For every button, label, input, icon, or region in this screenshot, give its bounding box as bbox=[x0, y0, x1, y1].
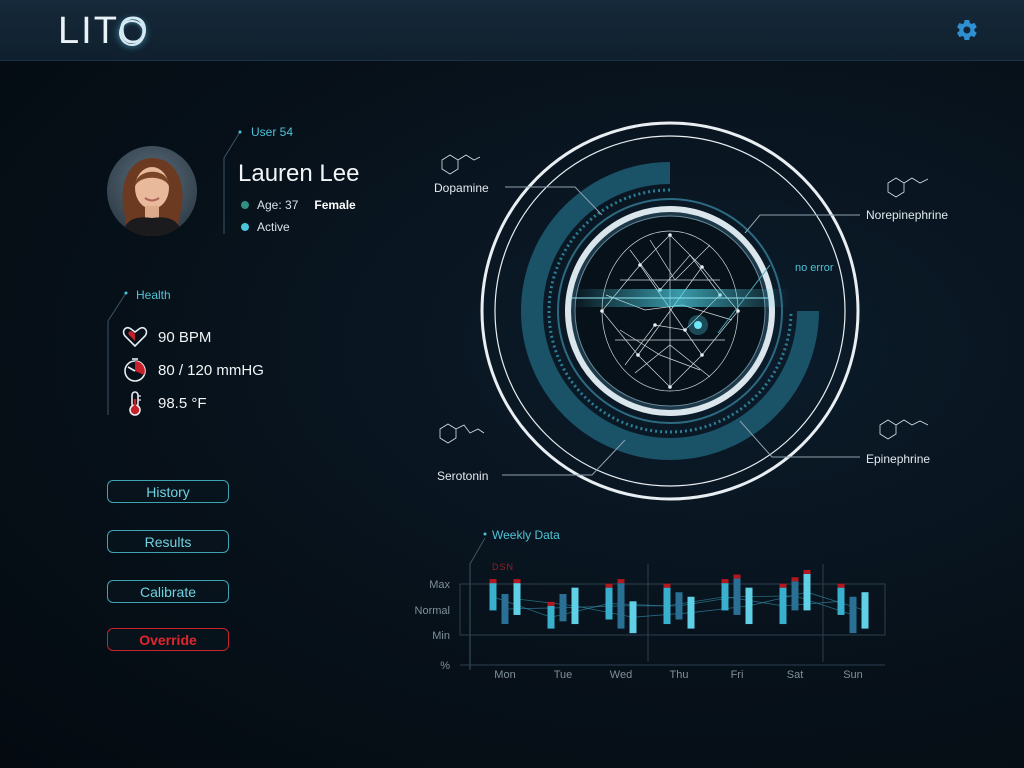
logo-ring-icon bbox=[119, 20, 145, 46]
chart-bar bbox=[861, 592, 869, 629]
chart-bar-cap bbox=[489, 579, 497, 584]
chart-y-tick-label: % bbox=[440, 660, 450, 672]
status-dot-icon bbox=[241, 223, 249, 231]
chart-y-tick-label: Normal bbox=[415, 605, 450, 617]
override-button[interactable]: Override bbox=[107, 628, 229, 651]
history-button[interactable]: History bbox=[107, 480, 229, 503]
temperature-row: 98.5 °F bbox=[122, 390, 207, 416]
chart-connector-line bbox=[469, 537, 486, 670]
gender-label: Female bbox=[314, 198, 356, 212]
chart-bar-cap bbox=[791, 577, 799, 582]
results-button[interactable]: Results bbox=[107, 530, 229, 553]
chart-bar bbox=[617, 583, 625, 629]
chart-x-tick-label: Wed bbox=[610, 669, 632, 681]
chart-bar bbox=[779, 587, 787, 625]
chart-bar bbox=[687, 596, 695, 629]
age-label: Age: 37 bbox=[257, 198, 299, 212]
chart-bar bbox=[675, 592, 683, 620]
chart-x-tick-label: Thu bbox=[670, 669, 689, 681]
chart-bar bbox=[547, 605, 555, 629]
chart-x-tick-label: Fri bbox=[731, 669, 744, 681]
chart-x-tick-label: Sat bbox=[787, 669, 804, 681]
chart-bar bbox=[513, 583, 521, 615]
status-label: Active bbox=[257, 220, 290, 234]
chart-bar-cap bbox=[547, 601, 555, 606]
thermometer-icon bbox=[129, 391, 141, 416]
chart-bar bbox=[733, 578, 741, 615]
chart-bar-cap bbox=[733, 574, 741, 579]
chart-normal-band bbox=[459, 583, 886, 636]
age-dot-icon bbox=[241, 201, 249, 209]
chart-bar-cap bbox=[721, 579, 729, 584]
chart-bar-cap bbox=[663, 583, 671, 588]
user-id-label: User 54 bbox=[251, 125, 294, 139]
chart-bar bbox=[837, 587, 845, 615]
chart-bar bbox=[849, 596, 857, 634]
avatar bbox=[107, 146, 197, 236]
weekly-chart: Max Normal Min% DSN Mon Tue Wed Thu Fri Sat Sun bbox=[415, 532, 886, 681]
chart-bar bbox=[745, 587, 753, 625]
gear-icon[interactable] bbox=[955, 18, 979, 42]
chart-bar bbox=[791, 581, 799, 611]
chart-bar bbox=[663, 587, 671, 625]
chart-connector-dot bbox=[483, 532, 487, 536]
status-row: Active bbox=[241, 220, 290, 234]
chart-bar bbox=[721, 583, 729, 611]
chart-legend-label: DSN bbox=[492, 562, 514, 572]
serotonin-label: Serotonin bbox=[437, 469, 489, 483]
chart-y-tick-label: Min bbox=[432, 630, 450, 642]
chart-bar-cap bbox=[605, 583, 613, 588]
chart-bar-cap bbox=[837, 583, 845, 588]
chart-y-tick-label: Max bbox=[429, 579, 450, 591]
chart-bar bbox=[501, 594, 509, 625]
blood-pressure-value: 80 / 120 mmHG bbox=[158, 361, 264, 379]
age-row: Age: 37 Female bbox=[241, 198, 356, 212]
heart-rate-value: 90 BPM bbox=[158, 328, 212, 346]
chart-bar-cap bbox=[617, 579, 625, 584]
chart-bar bbox=[559, 594, 567, 622]
norepinephrine-structure-icon bbox=[887, 177, 929, 198]
avatar-portrait-icon bbox=[107, 146, 197, 236]
dopamine-structure-icon bbox=[441, 154, 481, 175]
top-bar: LITO bbox=[0, 0, 1024, 61]
health-title: Health bbox=[136, 288, 171, 302]
epinephrine-label: Epinephrine bbox=[866, 452, 931, 466]
dopamine-label: Dopamine bbox=[434, 181, 489, 195]
chart-bar bbox=[489, 583, 497, 611]
chart-x-tick-label: Tue bbox=[554, 669, 573, 681]
chart-bar-cap bbox=[513, 579, 521, 584]
gauge-icon bbox=[124, 358, 146, 382]
heart-icon bbox=[122, 326, 148, 348]
user-name: Lauren Lee bbox=[238, 160, 360, 187]
chart-bar-cap bbox=[803, 570, 811, 574]
heart-rate-row: 90 BPM bbox=[122, 326, 211, 348]
scan-status-label: no error bbox=[795, 262, 834, 274]
blood-pressure-row: 80 / 120 mmHG bbox=[122, 358, 264, 382]
chart-bar bbox=[803, 574, 811, 611]
chart-bar bbox=[629, 601, 637, 634]
chart-x-tick-label: Mon bbox=[494, 669, 515, 681]
chart-bar bbox=[571, 587, 579, 625]
serotonin-structure-icon bbox=[439, 423, 485, 444]
epinephrine-structure-icon bbox=[879, 419, 929, 440]
temperature-value: 98.5 °F bbox=[158, 394, 207, 412]
chart-bar bbox=[605, 587, 613, 620]
chart-bar-cap bbox=[779, 583, 787, 588]
calibrate-button[interactable]: Calibrate bbox=[107, 580, 229, 603]
chart-x-tick-label: Sun bbox=[843, 669, 863, 681]
norepinephrine-label: Norepinephrine bbox=[866, 208, 949, 222]
